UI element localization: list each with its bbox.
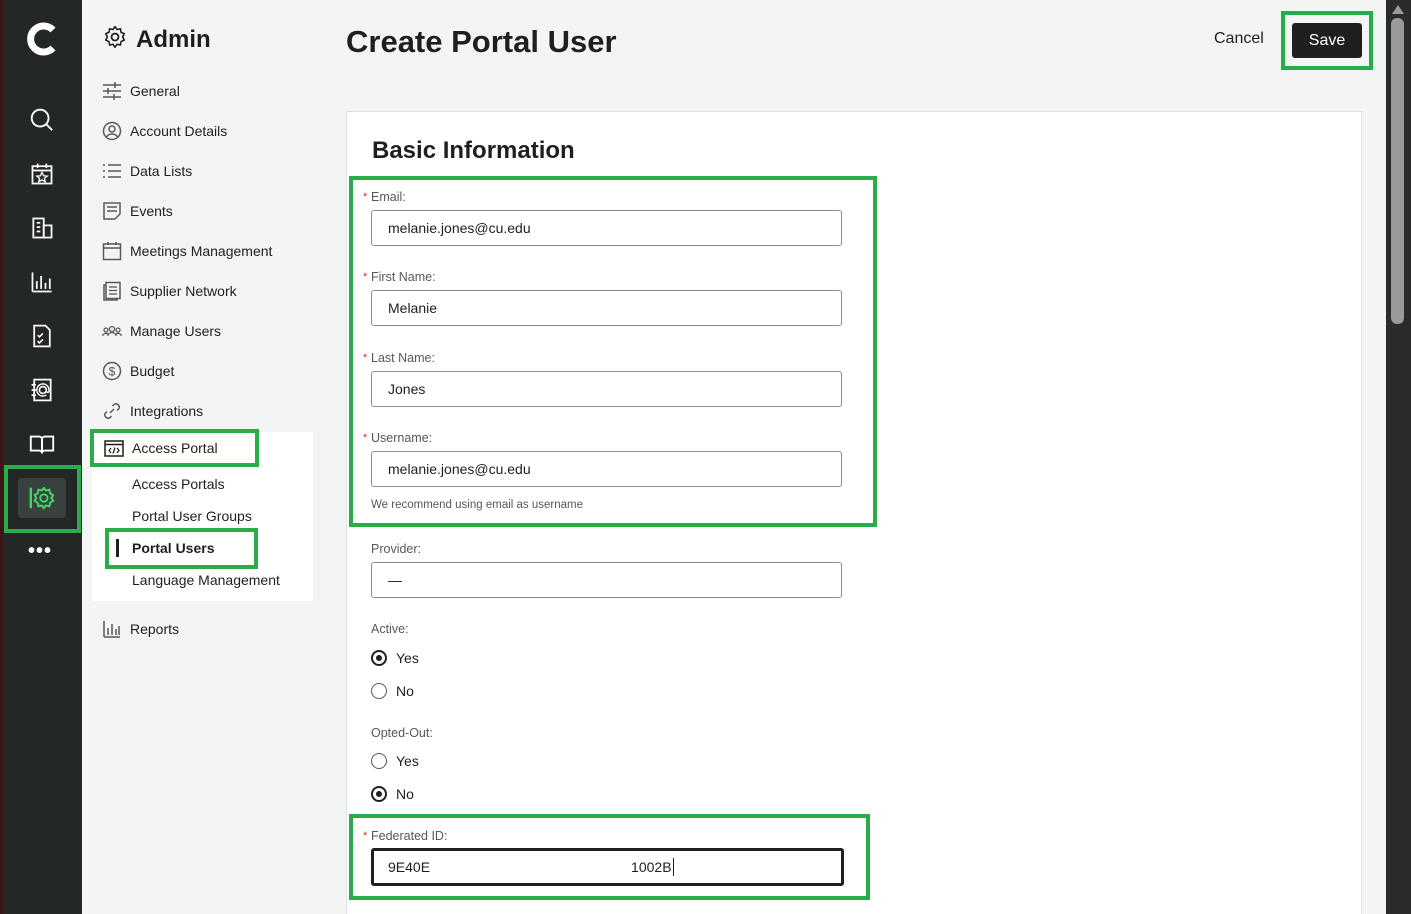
contact-book-icon[interactable] xyxy=(27,375,57,405)
last-name-label: Last Name: xyxy=(371,351,435,365)
analytics-icon[interactable] xyxy=(27,267,57,297)
nav-title-text: Admin xyxy=(136,25,211,53)
nav-item-general[interactable]: General xyxy=(102,80,180,102)
nav-item-label: Reports xyxy=(130,621,180,637)
username-label: Username: xyxy=(371,431,433,445)
provider-value: — xyxy=(388,572,402,588)
nav-item-label: Supplier Network xyxy=(130,283,237,299)
settings-gear-icon[interactable] xyxy=(27,483,57,513)
users-icon xyxy=(102,325,122,337)
scroll-up-arrow-icon[interactable] xyxy=(1392,5,1404,14)
opted-out-yes-radio[interactable] xyxy=(371,753,387,769)
nav-item-budget[interactable]: $ Budget xyxy=(102,360,174,382)
scroll-thumb[interactable] xyxy=(1391,18,1404,324)
opted-out-no-label: No xyxy=(396,786,414,802)
federated-id-field[interactable]: 9E40E 1002B xyxy=(371,848,844,886)
nav-item-reports[interactable]: Reports xyxy=(102,618,179,640)
rail-edge xyxy=(0,0,3,914)
active-label: Active: xyxy=(371,622,409,636)
supplier-icon xyxy=(103,281,121,301)
opted-out-no-radio-row[interactable]: No xyxy=(371,786,414,802)
nav-item-label: Access Portal xyxy=(132,440,218,456)
sub-item-portal-user-groups[interactable]: Portal User Groups xyxy=(132,508,252,524)
active-yes-label: Yes xyxy=(396,650,419,666)
calendar-icon xyxy=(102,242,122,261)
provider-select[interactable]: — xyxy=(371,562,842,598)
code-window-icon xyxy=(104,440,124,457)
required-mark: * xyxy=(363,191,368,203)
sub-item-portal-users[interactable]: Portal Users xyxy=(132,540,214,556)
last-name-field[interactable]: Jones xyxy=(371,371,842,407)
nav-item-account-details[interactable]: Account Details xyxy=(102,120,227,142)
active-yes-radio-row[interactable]: Yes xyxy=(371,650,419,666)
last-name-value: Jones xyxy=(388,381,426,397)
first-name-label: First Name: xyxy=(371,270,436,284)
opted-out-yes-radio-row[interactable]: Yes xyxy=(371,753,419,769)
required-mark: * xyxy=(363,830,368,842)
app-logo-icon[interactable] xyxy=(22,18,62,60)
active-indicator xyxy=(116,539,119,557)
cancel-button[interactable]: Cancel xyxy=(1210,30,1268,48)
text-cursor xyxy=(672,858,674,876)
first-name-field[interactable]: Melanie xyxy=(371,290,842,326)
opted-out-label: Opted-Out: xyxy=(371,726,433,740)
email-label: Email: xyxy=(371,190,406,204)
book-icon[interactable] xyxy=(27,429,57,459)
required-mark: * xyxy=(363,352,368,364)
required-mark: * xyxy=(363,432,368,444)
section-title: Basic Information xyxy=(372,137,575,164)
nav-item-manage-users[interactable]: Manage Users xyxy=(102,320,221,342)
nav-item-supplier-network[interactable]: Supplier Network xyxy=(102,280,237,302)
nav-item-label: Account Details xyxy=(130,123,228,139)
nav-item-meetings-management[interactable]: Meetings Management xyxy=(102,240,272,262)
link-icon xyxy=(104,403,120,419)
active-no-radio-row[interactable]: No xyxy=(371,683,414,699)
active-no-radio[interactable] xyxy=(371,683,387,699)
nav-item-label: General xyxy=(130,83,180,99)
checklist-icon[interactable] xyxy=(27,321,57,351)
events-icon xyxy=(103,202,121,220)
admin-gear-icon xyxy=(102,24,128,55)
building-icon[interactable] xyxy=(27,213,57,243)
nav-item-label: Budget xyxy=(130,363,175,379)
active-yes-radio[interactable] xyxy=(371,650,387,666)
nav-item-events[interactable]: Events xyxy=(102,200,173,222)
federated-id-value-part2: 1002B xyxy=(631,859,672,875)
svg-text:$: $ xyxy=(109,365,116,379)
provider-label: Provider: xyxy=(371,542,422,556)
nav-item-access-portal[interactable]: Access Portal xyxy=(104,437,218,459)
email-field[interactable]: melanie.jones@cu.edu xyxy=(371,210,842,246)
opted-out-yes-label: Yes xyxy=(396,753,419,769)
nav-title: Admin xyxy=(102,24,211,55)
nav-item-label: Manage Users xyxy=(130,323,222,339)
nav-item-label: Data Lists xyxy=(130,163,193,179)
nav-item-data-lists[interactable]: Data Lists xyxy=(102,160,192,182)
list-icon xyxy=(103,164,121,178)
username-value: melanie.jones@cu.edu xyxy=(388,461,531,477)
username-hint: We recommend using email as username xyxy=(371,499,583,511)
calendar-star-icon[interactable] xyxy=(27,159,57,189)
federated-id-value-part1: 9E40E xyxy=(388,859,431,875)
dollar-icon: $ xyxy=(102,361,122,381)
sub-item-language-management[interactable]: Language Management xyxy=(132,572,280,588)
page-title: Create Portal User xyxy=(346,24,617,59)
federated-id-label: Federated ID: xyxy=(371,829,448,843)
save-button[interactable]: Save xyxy=(1292,23,1362,58)
nav-item-label: Events xyxy=(130,203,173,219)
first-name-value: Melanie xyxy=(388,300,438,316)
more-icon[interactable]: ••• xyxy=(28,540,52,563)
username-field[interactable]: melanie.jones@cu.edu xyxy=(371,451,842,487)
required-mark: * xyxy=(363,271,368,283)
sliders-icon xyxy=(103,82,121,100)
nav-item-label: Integrations xyxy=(130,403,204,419)
sub-item-access-portals[interactable]: Access Portals xyxy=(132,476,225,492)
nav-item-label: Meetings Management xyxy=(130,243,273,259)
nav-item-integrations[interactable]: Integrations xyxy=(102,400,203,422)
reports-icon xyxy=(103,621,120,638)
search-icon[interactable] xyxy=(27,105,57,135)
email-value: melanie.jones@cu.edu xyxy=(388,220,531,236)
user-circle-icon xyxy=(102,121,122,141)
active-no-label: No xyxy=(396,683,414,699)
opted-out-no-radio[interactable] xyxy=(371,786,387,802)
